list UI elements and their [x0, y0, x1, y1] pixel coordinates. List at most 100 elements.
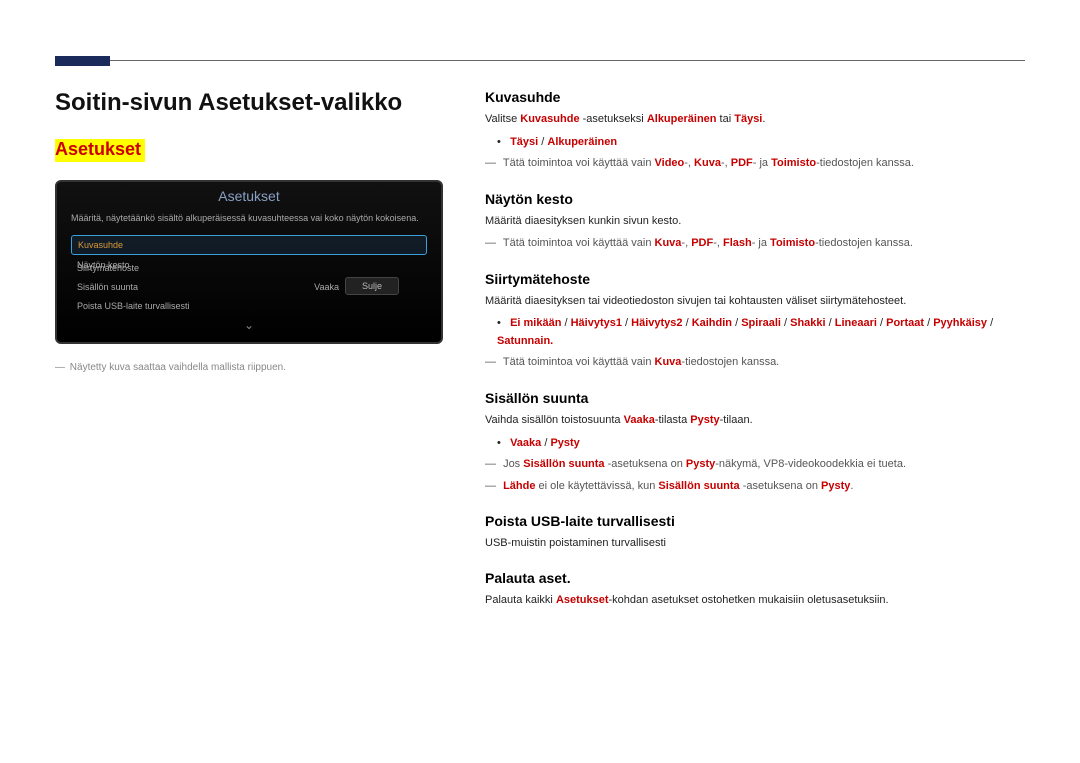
- t: .: [762, 113, 765, 125]
- t: Täysi: [734, 113, 762, 125]
- t: Sisällön suunta: [523, 458, 604, 470]
- bullet-dot: •: [497, 134, 507, 152]
- t: Valitse: [485, 113, 520, 125]
- tv-menu-list: Kuvasuhde Näytön kesto Sulje Siirtymäteh…: [57, 235, 441, 315]
- t: Ei mikään: [510, 317, 561, 329]
- section-body: Määritä diaesityksen kunkin sivun kesto.: [485, 213, 1025, 230]
- t: Shakki: [790, 317, 825, 329]
- t: Häivytys2: [631, 317, 682, 329]
- section-heading: Siirtymätehoste: [485, 271, 1025, 287]
- section-poista-usb: Poista USB-laite turvallisesti USB-muist…: [485, 513, 1025, 552]
- t: Pysty: [690, 414, 719, 426]
- t: ei ole käytettävissä, kun: [535, 480, 658, 492]
- t: /: [987, 317, 993, 329]
- section-body: Palauta kaikki Asetukset-kohdan asetukse…: [485, 592, 1025, 609]
- t: PDF: [731, 157, 753, 169]
- section-body: Määritä diaesityksen tai videotiedoston …: [485, 293, 1025, 310]
- note: ― Lähde ei ole käytettävissä, kun Sisäll…: [485, 478, 1025, 496]
- t: -näkymä, VP8-videokoodekkia ei tueta.: [715, 458, 906, 470]
- tv-row-label: Siirtymätehoste: [77, 263, 139, 273]
- t: Pysty: [686, 458, 715, 470]
- left-column: Soitin-sivun Asetukset-valikko Asetukset…: [55, 89, 445, 626]
- bullet-dot: •: [497, 435, 507, 453]
- t: Palauta kaikki: [485, 594, 556, 606]
- page-title: Soitin-sivun Asetukset-valikko: [55, 89, 445, 117]
- t: Kuva: [694, 157, 721, 169]
- t: Vaaka: [624, 414, 655, 426]
- tv-close-button[interactable]: Sulje: [345, 277, 399, 295]
- t: /: [561, 317, 570, 329]
- top-rule: [55, 60, 1025, 61]
- tv-row-kuvasuhde[interactable]: Kuvasuhde: [71, 235, 427, 255]
- caption-text: Näytetty kuva saattaa vaihdella mallista…: [70, 362, 286, 373]
- tv-row-poista-usb[interactable]: Poista USB-laite turvallisesti: [71, 297, 427, 315]
- t: /: [826, 317, 835, 329]
- t: /: [781, 317, 790, 329]
- t: Tätä toimintoa voi käyttää vain: [503, 356, 655, 368]
- t: Sisällön suunta: [658, 480, 739, 492]
- t: -kohdan asetukset ostohetken mukaisiin o…: [609, 594, 889, 606]
- tv-row-value: Vaaka: [314, 282, 339, 292]
- t: Alkuperäinen: [647, 113, 717, 125]
- note: ― Jos Sisällön suunta -asetuksena on Pys…: [485, 456, 1025, 474]
- section-heading: Sisällön suunta: [485, 390, 1025, 406]
- tv-description: Määritä, näytetäänkö sisältö alkuperäise…: [57, 212, 441, 235]
- section-heading: Palauta aset.: [485, 570, 1025, 586]
- t: -tiedostojen kanssa.: [816, 157, 914, 169]
- t: /: [622, 317, 631, 329]
- dash-icon: ―: [485, 237, 496, 249]
- t: /: [732, 317, 741, 329]
- t: -tiedostojen kanssa.: [815, 237, 913, 249]
- t: PDF: [691, 237, 713, 249]
- t: Tätä toimintoa voi käyttää vain: [503, 157, 655, 169]
- image-caption-note: ― Näytetty kuva saattaa vaihdella mallis…: [55, 362, 445, 373]
- t: -asetukseksi: [580, 113, 647, 125]
- t: /: [538, 136, 547, 148]
- t: Vaaka: [510, 437, 541, 449]
- t: Kaihdin: [692, 317, 732, 329]
- t: Vaihda sisällön toistosuunta: [485, 414, 624, 426]
- t: -asetuksena on: [605, 458, 686, 470]
- t: Lineaari: [835, 317, 877, 329]
- dash-icon: ―: [485, 157, 496, 169]
- section-sisallon-suunta: Sisällön suunta Vaihda sisällön toistosu…: [485, 390, 1025, 495]
- t: Portaat: [886, 317, 924, 329]
- t: Lähde: [503, 480, 535, 492]
- bullet-option: • Täysi / Alkuperäinen: [497, 134, 1025, 152]
- section-palauta-aset: Palauta aset. Palauta kaikki Asetukset-k…: [485, 570, 1025, 609]
- tv-row-sisallon-suunta[interactable]: Sisällön suunta Vaaka: [71, 278, 345, 296]
- section-heading: Näytön kesto: [485, 191, 1025, 207]
- t: Kuva: [655, 356, 682, 368]
- note: ― Tätä toimintoa voi käyttää vain Video-…: [485, 155, 1025, 173]
- section-body: Valitse Kuvasuhde -asetukseksi Alkuperäi…: [485, 111, 1025, 128]
- section-heading: Kuvasuhde: [485, 89, 1025, 105]
- note: ― Tätä toimintoa voi käyttää vain Kuva-,…: [485, 235, 1025, 253]
- t: -tilasta: [655, 414, 690, 426]
- t: Pysty: [821, 480, 850, 492]
- bullet-option: • Vaaka / Pysty: [497, 435, 1025, 453]
- chevron-down-icon[interactable]: ⌄: [57, 316, 441, 334]
- t: Täysi: [510, 136, 538, 148]
- section-heading: Poista USB-laite turvallisesti: [485, 513, 1025, 529]
- section-kuvasuhde: Kuvasuhde Valitse Kuvasuhde -asetukseksi…: [485, 89, 1025, 173]
- t: -,: [721, 157, 731, 169]
- t: Häivytys1: [571, 317, 622, 329]
- t: Spiraali: [741, 317, 781, 329]
- dash-icon: ―: [485, 480, 496, 492]
- t: .: [850, 480, 853, 492]
- t: Jos: [503, 458, 523, 470]
- t: -,: [681, 237, 691, 249]
- tv-preview: Asetukset Määritä, näytetäänkö sisältö a…: [55, 180, 443, 344]
- t: Video: [655, 157, 685, 169]
- tv-row-label: Kuvasuhde: [78, 240, 123, 250]
- tv-title: Asetukset: [57, 182, 441, 212]
- t: -,: [684, 157, 694, 169]
- t: - ja: [753, 157, 771, 169]
- dash-icon: ―: [55, 362, 65, 373]
- t: Toimisto: [770, 237, 815, 249]
- t: /: [877, 317, 886, 329]
- t: Tätä toimintoa voi käyttää vain: [503, 237, 655, 249]
- t: Alkuperäinen: [547, 136, 617, 148]
- t: Toimisto: [771, 157, 816, 169]
- section-title-highlight: Asetukset: [55, 139, 145, 162]
